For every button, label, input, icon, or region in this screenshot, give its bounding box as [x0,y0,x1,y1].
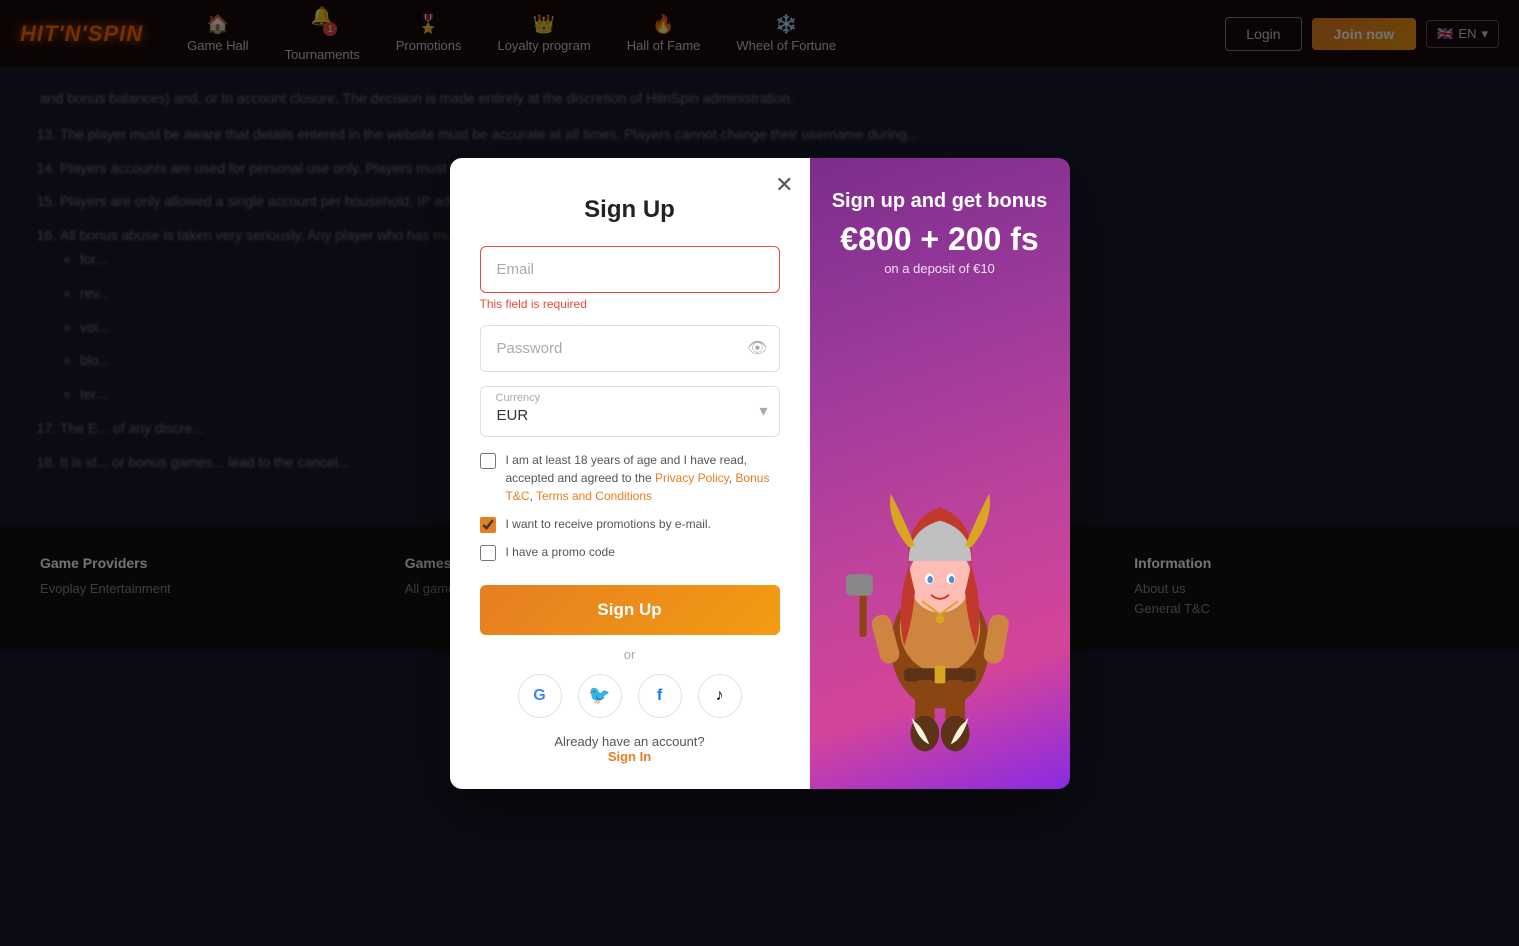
modal-left: ✕ Sign Up This field is required 👁 Curre… [450,158,810,789]
signup-button[interactable]: Sign Up [480,585,780,635]
promo-checkbox-group: I want to receive promotions by e-mail. [480,515,780,533]
age-checkbox[interactable] [480,453,496,469]
password-input[interactable] [480,325,780,372]
terms-link[interactable]: Terms and Conditions [536,489,652,503]
currency-label: Currency [496,392,541,404]
email-field-group: This field is required [480,246,780,311]
eye-icon: 👁 [747,340,767,357]
modal-title: Sign Up [480,196,780,224]
or-divider: or [480,647,780,662]
viking-character [840,449,1040,789]
age-checkbox-label: I am at least 18 years of age and I have… [506,451,780,505]
close-button[interactable]: ✕ [775,174,793,196]
already-account-text: Already have an account? Sign In [480,734,780,764]
promo-checkbox[interactable] [480,517,496,533]
promo-amount: €800 + 200 fs [840,222,1038,257]
currency-field-group: Currency EUR USD GBP BTC ▾ [480,386,780,437]
promo-checkbox-label: I want to receive promotions by e-mail. [506,515,711,533]
twitter-login-button[interactable]: 🐦 [578,674,622,718]
promo-sub: on a deposit of €10 [884,261,995,276]
modal-overlay[interactable]: ✕ Sign Up This field is required 👁 Curre… [0,0,1519,946]
modal-container: ✕ Sign Up This field is required 👁 Curre… [450,158,1070,789]
signin-link[interactable]: Sign In [608,749,651,764]
social-icons-group: G 🐦 f ♪ [480,674,780,718]
google-login-button[interactable]: G [518,674,562,718]
promo-code-checkbox[interactable] [480,545,496,561]
modal-right: Sign up and get bonus €800 + 200 fs on a… [810,158,1070,789]
promo-title: Sign up and get bonus [832,188,1048,214]
facebook-login-button[interactable]: f [638,674,682,718]
privacy-policy-link[interactable]: Privacy Policy [655,471,729,485]
password-field-group: 👁 [480,325,780,372]
tiktok-login-button[interactable]: ♪ [698,674,742,718]
toggle-password-button[interactable]: 👁 [747,338,767,358]
email-error-msg: This field is required [480,297,780,311]
age-checkbox-group: I am at least 18 years of age and I have… [480,451,780,505]
already-label: Already have an account? [554,734,704,749]
promo-code-checkbox-group: I have a promo code [480,543,780,561]
email-input[interactable] [480,246,780,293]
promo-code-label: I have a promo code [506,543,615,561]
